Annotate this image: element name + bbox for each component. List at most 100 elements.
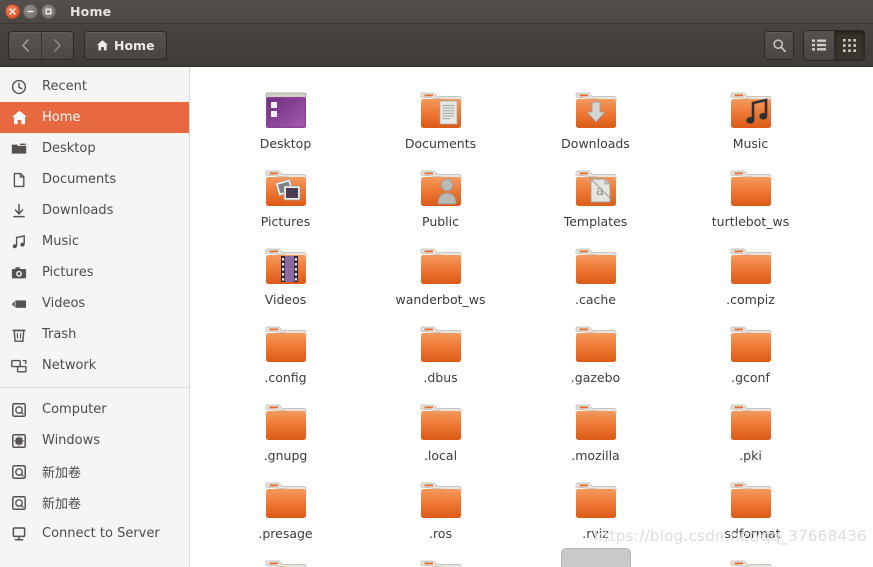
sidebar-item-label: Windows [42,433,101,448]
file-item[interactable] [208,545,363,567]
file-list-view[interactable]: Desktop Documents Downloads Music Pictur… [190,67,873,567]
videos-folder-icon [252,237,320,289]
plain-folder-icon [562,237,630,289]
sidebar-divider [0,387,189,388]
file-name: .sdformat [720,526,781,541]
sidebar-item-documents[interactable]: Documents [0,164,189,195]
home-icon [96,39,109,52]
file-name: .dbus [423,370,458,385]
back-button[interactable] [9,32,41,59]
file-name: Downloads [561,136,630,151]
file-item[interactable]: turtlebot_ws [673,155,828,233]
video-icon [11,295,33,313]
sidebar-item-downloads[interactable]: Downloads [0,195,189,226]
plain-folder-icon [717,237,785,289]
plain-folder-icon [562,393,630,445]
file-item[interactable]: .rviz [518,467,673,545]
file-item[interactable]: .config [208,311,363,389]
sidebar-item-label: 新加卷 [42,466,82,481]
plain-folder-icon [562,315,630,367]
file-item[interactable]: Music [673,77,828,155]
sidebar-item-label: Home [42,110,81,125]
file-item[interactable]: .cache [518,233,673,311]
search-button[interactable] [764,30,794,60]
trash-icon [11,326,33,344]
sidebar-item-pictures[interactable]: Pictures [0,257,189,288]
file-item[interactable] [673,545,828,567]
forward-button[interactable] [41,31,73,59]
network-icon [11,357,33,375]
clock-icon [11,78,33,96]
file-item[interactable]: .mozilla [518,389,673,467]
sidebar-item-trash[interactable]: Trash [0,319,189,350]
sidebar-item-volume-2[interactable]: 新加卷 [0,487,189,518]
file-item[interactable]: .ros [363,467,518,545]
file-item[interactable]: .compiz [673,233,828,311]
file-item[interactable]: a Templates [518,155,673,233]
sidebar-item-volume-1[interactable]: 新加卷 [0,456,189,487]
download-icon [11,202,33,220]
sidebar-item-desktop[interactable]: Desktop [0,133,189,164]
file-name: .gazebo [570,370,621,385]
file-item[interactable]: .local [363,389,518,467]
grid-view-icon [843,38,856,52]
file-item[interactable]: Public [363,155,518,233]
sidebar-item-music[interactable]: Music [0,226,189,257]
file-item[interactable]: .gconf [673,311,828,389]
file-item[interactable]: Documents [363,77,518,155]
sidebar-item-connect-to-server[interactable]: Connect to Server [0,518,189,549]
sidebar-item-label: Downloads [42,203,114,218]
title-bar: Home [0,0,873,24]
sidebar-item-network[interactable]: Network [0,350,189,381]
sidebar-item-computer[interactable]: Computer [0,394,189,425]
templates-folder-icon: a [562,159,630,211]
file-item[interactable]: .pki [673,389,828,467]
file-name: Pictures [260,214,311,229]
sidebar-item-home[interactable]: Home [0,102,189,133]
window-body: Recent Home Desktop Documents Downloads … [0,67,873,567]
plain-folder-icon [407,315,475,367]
sidebar-item-label: Pictures [42,265,94,280]
breadcrumb-item-home[interactable]: Home [84,30,167,60]
sidebar: Recent Home Desktop Documents Downloads … [0,67,190,567]
file-item[interactable]: .presage [208,467,363,545]
file-item[interactable]: .gnupg [208,389,363,467]
file-name: .config [264,370,307,385]
file-name: .gnupg [263,448,308,463]
sidebar-item-label: 新加卷 [42,497,82,512]
file-manager-window: Home Home Recent Home Desktop Documents … [0,0,873,567]
document-icon [11,171,33,189]
file-item[interactable]: .dbus [363,311,518,389]
plain-folder-icon [717,159,785,211]
search-icon [772,38,787,53]
sidebar-item-label: Recent [42,79,87,94]
file-name: turtlebot_ws [711,214,790,229]
file-item[interactable]: wanderbot_ws [363,233,518,311]
file-item[interactable]: Videos [208,233,363,311]
file-item-selected[interactable] [518,545,673,567]
sidebar-item-label: Connect to Server [42,526,160,541]
sidebar-item-label: Documents [42,172,117,187]
file-item[interactable]: .sdformat [673,467,828,545]
minimize-button[interactable] [23,4,38,19]
public-folder-icon [407,159,475,211]
plain-folder-icon [407,471,475,523]
file-item[interactable]: Downloads [518,77,673,155]
file-name: Music [732,136,769,151]
downloads-folder-icon [562,81,630,133]
plain-folder-icon [717,549,785,567]
file-item[interactable]: Pictures [208,155,363,233]
close-button[interactable] [5,4,20,19]
maximize-button[interactable] [41,4,56,19]
file-name: Desktop [259,136,312,151]
windows-drive-icon [11,432,33,450]
grid-view-button[interactable] [834,30,864,60]
sidebar-item-windows[interactable]: Windows [0,425,189,456]
list-view-button[interactable] [804,30,834,60]
file-item[interactable]: .gazebo [518,311,673,389]
sidebar-item-recent[interactable]: Recent [0,71,189,102]
file-item[interactable]: Desktop [208,77,363,155]
plain-folder-icon [252,549,320,567]
sidebar-item-videos[interactable]: Videos [0,288,189,319]
file-item[interactable] [363,545,518,567]
